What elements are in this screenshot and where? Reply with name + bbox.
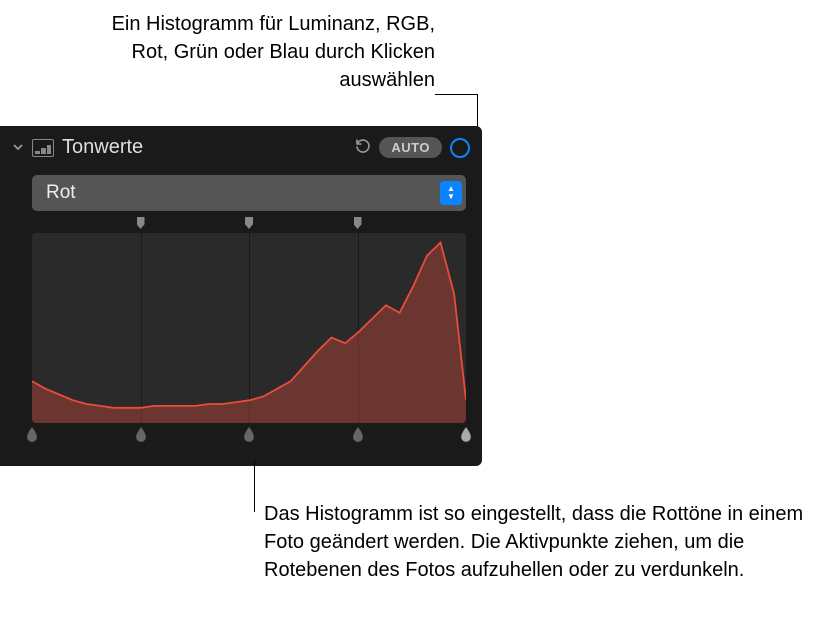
histogram-svg: [32, 233, 466, 423]
range-marker-top[interactable]: [354, 217, 362, 229]
level-handle[interactable]: [134, 427, 148, 443]
auto-button[interactable]: AUTO: [379, 137, 442, 158]
range-marker-top[interactable]: [245, 217, 253, 229]
channel-selected-label: Rot: [46, 182, 440, 204]
level-handle[interactable]: [25, 427, 39, 443]
dropdown-arrows-icon: ▲▼: [440, 181, 462, 205]
level-handle[interactable]: [459, 427, 473, 443]
channel-dropdown[interactable]: Rot ▲▼: [32, 175, 466, 211]
histogram-icon: [32, 139, 54, 157]
enable-toggle-icon[interactable]: [450, 138, 470, 158]
callout-line-bottom: [254, 461, 255, 512]
bottom-markers-row: [32, 427, 466, 447]
level-handle[interactable]: [351, 427, 365, 443]
range-marker-top[interactable]: [137, 217, 145, 229]
disclosure-triangle-icon[interactable]: [12, 140, 24, 156]
levels-panel: Tonwerte AUTO Rot ▲▼: [0, 126, 482, 466]
panel-header: Tonwerte AUTO: [0, 126, 482, 167]
reset-icon[interactable]: [353, 136, 371, 159]
panel-title: Tonwerte: [62, 136, 345, 159]
top-markers-row: [32, 217, 466, 233]
annotation-top-text: Ein Histogramm für Luminanz, RGB, Rot, G…: [75, 10, 435, 94]
histogram-area: [32, 217, 466, 447]
annotation-bottom-text: Das Histogramm ist so eingestellt, dass …: [264, 500, 806, 584]
histogram-chart[interactable]: [32, 233, 466, 423]
level-handle[interactable]: [242, 427, 256, 443]
